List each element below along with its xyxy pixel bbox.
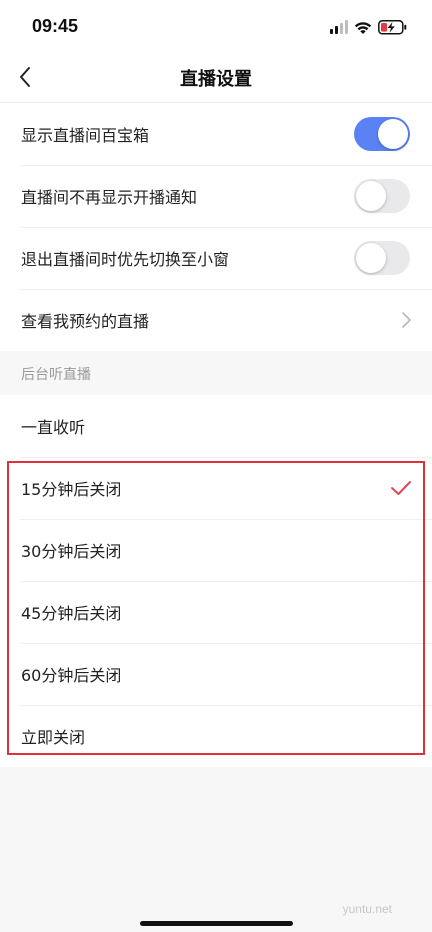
option-close-60-min[interactable]: 60分钟后关闭 bbox=[0, 643, 432, 705]
option-close-now[interactable]: 立即关闭 bbox=[0, 705, 432, 767]
setting-row-mini-window: 退出直播间时优先切换至小窗 bbox=[0, 227, 432, 289]
setting-label: 直播间不再显示开播通知 bbox=[21, 188, 198, 207]
nav-bar: 直播设置 bbox=[0, 52, 432, 103]
background-listen-options: 一直收听 15分钟后关闭 30分钟后关闭 45分钟后关闭 60分钟后关闭 立即关… bbox=[0, 395, 432, 767]
status-time: 09:45 bbox=[32, 16, 79, 36]
wifi-icon bbox=[354, 22, 372, 34]
section-header-background-listen: 后台听直播 bbox=[0, 351, 432, 395]
option-label: 15分钟后关闭 bbox=[21, 480, 122, 499]
option-always-listen[interactable]: 一直收听 bbox=[0, 395, 432, 457]
option-label: 45分钟后关闭 bbox=[21, 604, 122, 623]
option-label: 60分钟后关闭 bbox=[21, 666, 122, 685]
checkmark-icon bbox=[391, 481, 411, 495]
watermark: yuntu.net bbox=[342, 902, 392, 916]
option-close-30-min[interactable]: 30分钟后关闭 bbox=[0, 519, 432, 581]
home-indicator bbox=[140, 921, 293, 926]
setting-row-my-reservations[interactable]: 查看我预约的直播 bbox=[0, 289, 432, 351]
setting-label: 显示直播间百宝箱 bbox=[21, 126, 150, 145]
page-title: 直播设置 bbox=[180, 69, 252, 90]
option-label: 一直收听 bbox=[21, 418, 86, 437]
status-bar: 09:45 bbox=[0, 0, 432, 52]
toggle-hide-live-notice[interactable] bbox=[354, 179, 410, 213]
status-icons bbox=[330, 18, 410, 36]
toggle-mini-window[interactable] bbox=[354, 241, 410, 275]
chevron-right-icon bbox=[402, 312, 411, 328]
option-label: 立即关闭 bbox=[21, 728, 86, 747]
setting-label: 查看我预约的直播 bbox=[21, 312, 150, 331]
battery-charging-icon bbox=[378, 20, 407, 35]
option-close-15-min[interactable]: 15分钟后关闭 bbox=[0, 457, 432, 519]
toggle-knob bbox=[378, 119, 408, 149]
setting-row-show-treasure-box: 显示直播间百宝箱 bbox=[0, 103, 432, 165]
option-close-45-min[interactable]: 45分钟后关闭 bbox=[0, 581, 432, 643]
setting-label: 退出直播间时优先切换至小窗 bbox=[21, 250, 230, 269]
toggle-knob bbox=[356, 181, 386, 211]
setting-row-hide-live-notice: 直播间不再显示开播通知 bbox=[0, 165, 432, 227]
cellular-signal-icon bbox=[330, 20, 348, 34]
toggle-show-treasure-box[interactable] bbox=[354, 117, 410, 151]
section-header-label: 后台听直播 bbox=[21, 367, 91, 383]
option-label: 30分钟后关闭 bbox=[21, 542, 122, 561]
settings-group: 显示直播间百宝箱 直播间不再显示开播通知 退出直播间时优先切换至小窗 查看我预约… bbox=[0, 103, 432, 351]
toggle-knob bbox=[356, 243, 386, 273]
